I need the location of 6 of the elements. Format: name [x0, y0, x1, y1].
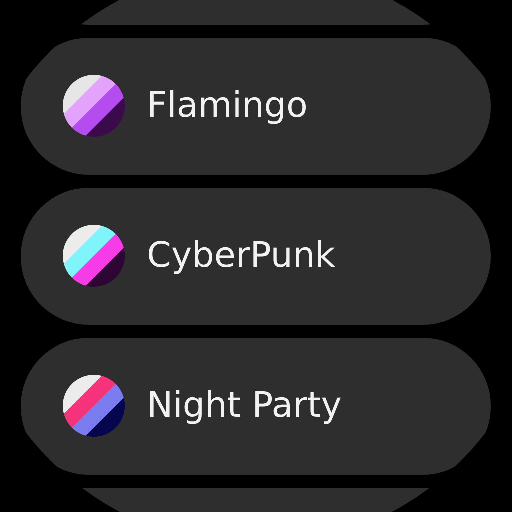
theme-item[interactable]: CyberPunk — [21, 188, 491, 324]
theme-label: Night Party — [147, 386, 342, 426]
theme-item[interactable]: Night Party — [21, 338, 491, 474]
theme-label: CyberPunk — [147, 236, 336, 276]
theme-label: Flamingo — [147, 86, 308, 126]
theme-item[interactable]: Flamingo — [21, 38, 491, 174]
